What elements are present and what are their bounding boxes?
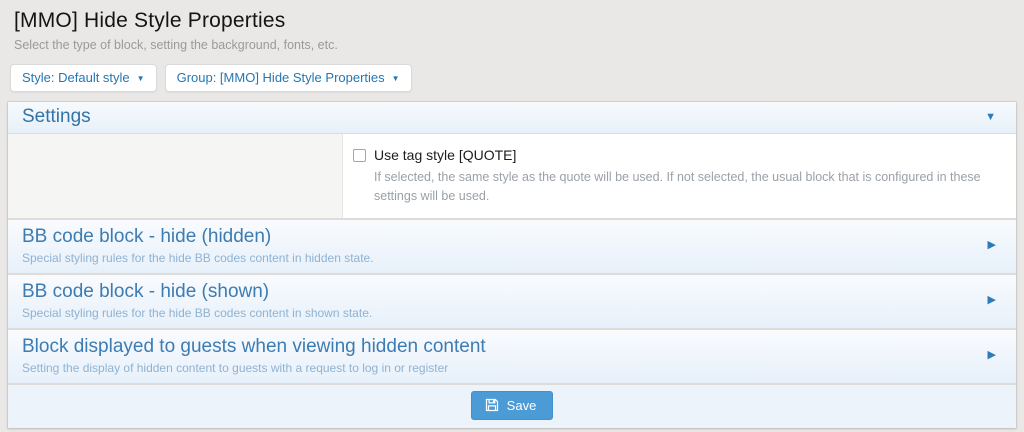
- section-text: BB code block - hide (hidden) Special st…: [22, 226, 374, 265]
- use-tag-style-row: Use tag style [QUOTE] If selected, the s…: [8, 134, 1016, 218]
- section-bb-code-hidden[interactable]: BB code block - hide (hidden) Special st…: [8, 218, 1016, 273]
- save-row: Save: [8, 383, 1016, 428]
- chevron-down-icon: ▼: [985, 112, 996, 123]
- save-button-label: Save: [507, 398, 537, 413]
- group-dropdown-button[interactable]: Group: [MMO] Hide Style Properties ▼: [165, 64, 412, 92]
- page-title: [MMO] Hide Style Properties: [14, 9, 1010, 33]
- settings-panel-header[interactable]: Settings ▼: [8, 102, 1016, 134]
- section-title: BB code block - hide (hidden): [22, 226, 374, 248]
- chevron-right-icon: ▶: [988, 240, 996, 251]
- use-tag-style-description: If selected, the same style as the quote…: [374, 168, 1000, 206]
- section-description: Special styling rules for the hide BB co…: [22, 251, 374, 265]
- settings-form: Settings ▼ Use tag style [QUOTE] If sele…: [8, 102, 1016, 428]
- floppy-disk-icon: [485, 398, 499, 412]
- page-subtitle: Select the type of block, setting the ba…: [14, 38, 1010, 52]
- section-text: BB code block - hide (shown) Special sty…: [22, 281, 372, 320]
- use-tag-style-checkbox[interactable]: [353, 149, 366, 162]
- form-row-label-cell: [8, 134, 343, 218]
- chevron-down-icon: ▼: [392, 73, 400, 83]
- save-button[interactable]: Save: [471, 391, 554, 420]
- chevron-right-icon: ▶: [988, 295, 996, 306]
- section-guest-block[interactable]: Block displayed to guests when viewing h…: [8, 328, 1016, 383]
- section-title: Block displayed to guests when viewing h…: [22, 336, 486, 358]
- section-description: Special styling rules for the hide BB co…: [22, 306, 372, 320]
- section-text: Block displayed to guests when viewing h…: [22, 336, 486, 375]
- use-tag-style-label: Use tag style [QUOTE]: [374, 147, 516, 163]
- use-tag-style-checkbox-row[interactable]: Use tag style [QUOTE]: [353, 147, 1000, 163]
- section-bb-code-shown[interactable]: BB code block - hide (shown) Special sty…: [8, 273, 1016, 328]
- toolbar: Style: Default style ▼ Group: [MMO] Hide…: [10, 64, 1010, 92]
- chevron-down-icon: ▼: [137, 73, 145, 83]
- form-row-content-cell: Use tag style [QUOTE] If selected, the s…: [343, 134, 1016, 218]
- section-description: Setting the display of hidden content to…: [22, 361, 486, 375]
- chevron-right-icon: ▶: [988, 350, 996, 361]
- section-title: BB code block - hide (shown): [22, 281, 372, 303]
- page-header: [MMO] Hide Style Properties Select the t…: [0, 0, 1024, 92]
- settings-panel-title: Settings: [22, 106, 91, 128]
- style-dropdown-button[interactable]: Style: Default style ▼: [10, 64, 157, 92]
- style-dropdown-label: Style: Default style: [22, 70, 130, 85]
- group-dropdown-label: Group: [MMO] Hide Style Properties: [177, 70, 385, 85]
